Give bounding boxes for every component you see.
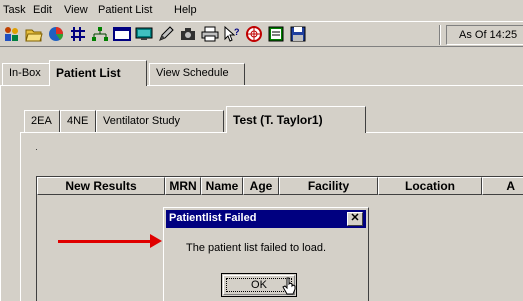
chart-icon[interactable] [47,25,65,43]
folder-open-icon[interactable] [25,25,43,43]
tab-ventilator-study[interactable]: Ventilator Study [96,110,224,132]
menu-bar: Task Edit View Patient List Help [0,0,523,20]
toolbar: ? As Of 14:25 [0,21,523,47]
column-header-new-results[interactable]: New Results [37,177,165,195]
tab-4ne[interactable]: 4NE [60,110,96,132]
close-icon[interactable]: ✕ [347,212,363,226]
tab-in-box[interactable]: In-Box [2,63,50,85]
as-of-time: As Of 14:25 [446,25,523,45]
marker-dot [36,149,37,150]
people-icon[interactable] [3,25,21,43]
monitor-icon[interactable] [135,25,153,43]
menu-patient-list[interactable]: Patient List [98,4,152,16]
menu-help[interactable]: Help [174,4,197,16]
dialog-title-bar[interactable]: Patientlist Failed ✕ [166,210,366,228]
help-pointer-icon[interactable]: ? [223,25,241,43]
pen-icon[interactable] [157,25,175,43]
column-header-mrn[interactable]: MRN [165,177,201,195]
printer-icon[interactable] [201,25,219,43]
camera-icon[interactable] [179,25,197,43]
notes-icon[interactable] [267,25,285,43]
menu-view[interactable]: View [64,4,88,16]
hierarchy-icon[interactable] [91,25,109,43]
annotation-arrow-head [150,234,162,248]
column-header-location[interactable]: Location [378,177,482,195]
mouse-pointer-icon [282,277,296,295]
error-dialog: Patientlist Failed ✕ The patient list fa… [163,207,369,301]
toolbar-separator [439,25,441,45]
tab-view-schedule[interactable]: View Schedule [149,63,245,85]
tab-2ea[interactable]: 2EA [24,110,60,132]
svg-text:?: ? [234,27,240,37]
column-header-a[interactable]: A [482,177,523,195]
menu-edit[interactable]: Edit [33,4,52,16]
save-icon[interactable] [289,25,307,43]
tab-test-t-taylor1[interactable]: Test (T. Taylor1) [226,106,366,133]
tab-patient-list[interactable]: Patient List [49,60,147,86]
annotation-arrow-line [58,240,152,243]
column-header-age[interactable]: Age [243,177,279,195]
globe-icon[interactable] [245,25,263,43]
dialog-title: Patientlist Failed [169,212,257,224]
menu-task[interactable]: Task [3,4,26,16]
window-icon[interactable] [113,25,131,43]
application-window: Task Edit View Patient List Help ? As Of… [0,0,523,301]
grid-icon[interactable] [69,25,87,43]
column-header-facility[interactable]: Facility [279,177,378,195]
dialog-message: The patient list failed to load. [186,242,327,254]
column-header-name[interactable]: Name [201,177,243,195]
